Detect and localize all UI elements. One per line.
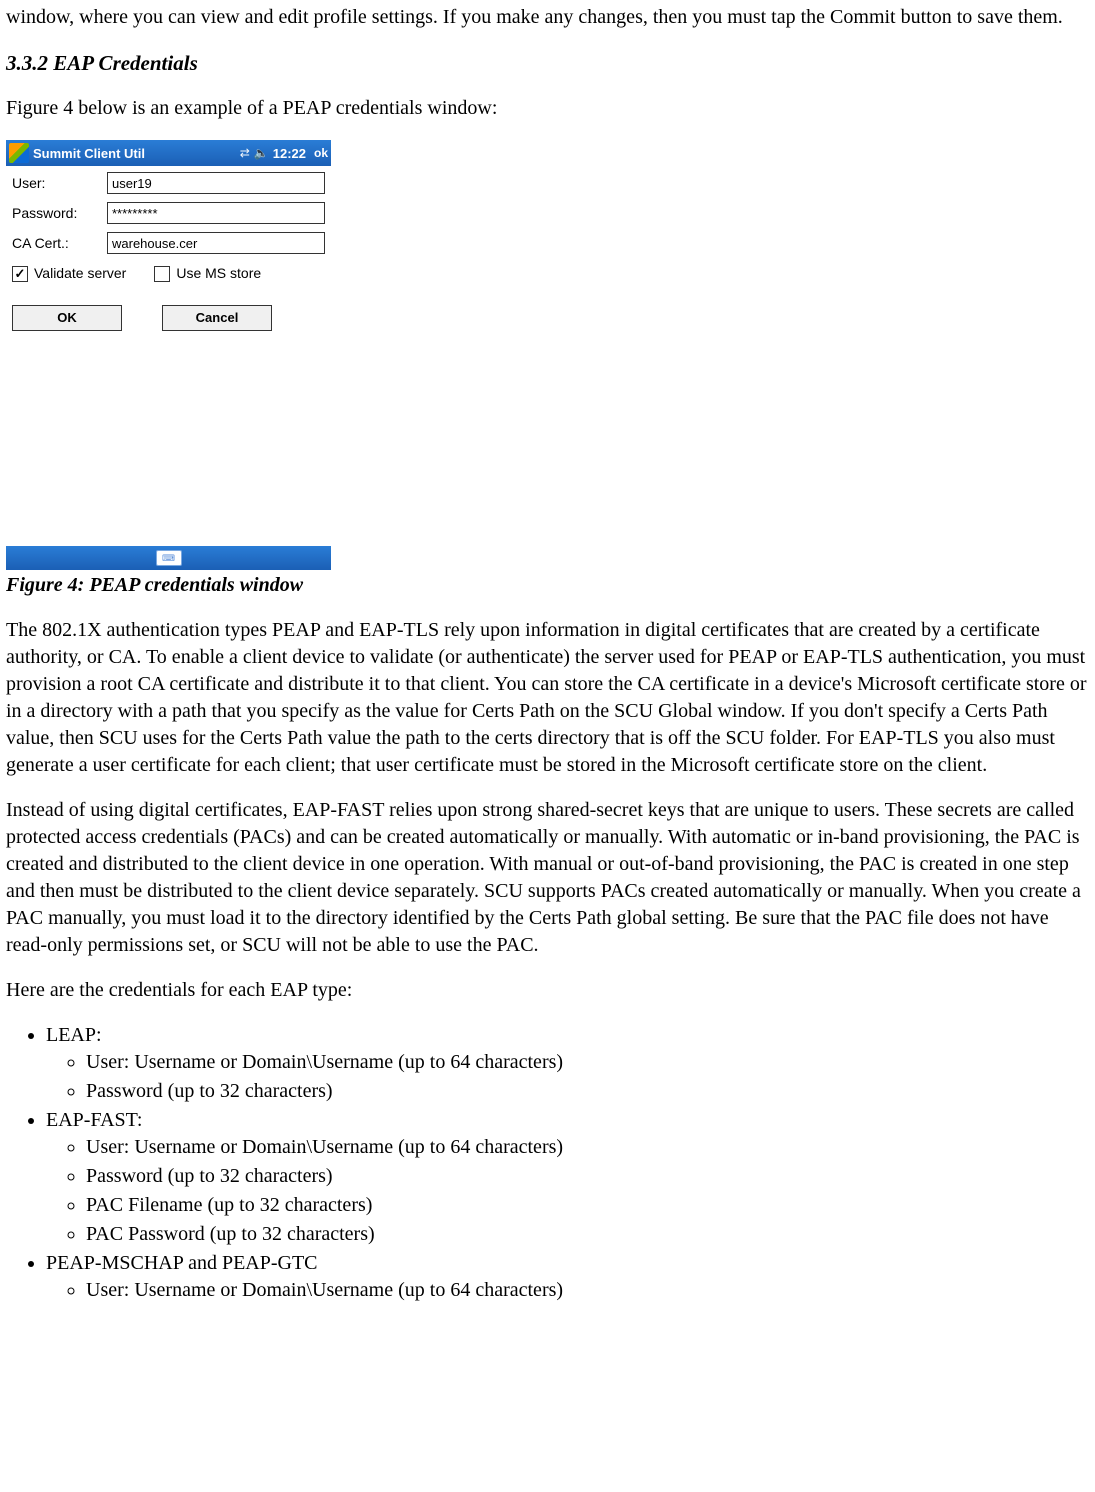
- cert-paragraph: The 802.1X authentication types PEAP and…: [6, 617, 1089, 779]
- ok-button[interactable]: OK: [12, 305, 122, 331]
- figure-intro: Figure 4 below is an example of a PEAP c…: [6, 95, 1089, 122]
- credentials-intro: Here are the credentials for each EAP ty…: [6, 977, 1089, 1004]
- use-ms-store-checkbox[interactable]: [154, 266, 170, 282]
- user-label: User:: [12, 174, 107, 193]
- volume-icon: 🔈: [254, 145, 269, 161]
- clock: 12:22: [273, 145, 306, 163]
- ok-softkey[interactable]: ok: [314, 145, 328, 161]
- validate-server-checkbox[interactable]: ✓: [12, 266, 28, 282]
- list-item-eapfast: EAP-FAST: User: Username or Domain\Usern…: [46, 1107, 1089, 1248]
- pac-paragraph: Instead of using digital certificates, E…: [6, 797, 1089, 959]
- dialog-body: User: Password: CA Cert.: ✓ Validate ser…: [6, 166, 331, 546]
- list-item: PAC Password (up to 32 characters): [86, 1221, 1089, 1248]
- list-item-peap: PEAP-MSCHAP and PEAP-GTC User: Username …: [46, 1250, 1089, 1304]
- password-label: Password:: [12, 204, 107, 223]
- intro-paragraph: window, where you can view and edit prof…: [6, 4, 1089, 31]
- window-titlebar: Summit Client Util ⇄ 🔈 12:22 ok: [6, 140, 331, 166]
- list-item-leap: LEAP: User: Username or Domain\Username …: [46, 1022, 1089, 1105]
- cacert-label: CA Cert.:: [12, 234, 107, 253]
- figure-caption: Figure 4: PEAP credentials window: [6, 572, 1089, 599]
- use-ms-store-label: Use MS store: [176, 264, 261, 283]
- password-input[interactable]: [107, 202, 325, 224]
- list-item: User: Username or Domain\Username (up to…: [86, 1277, 1089, 1304]
- section-heading: 3.3.2 EAP Credentials: [6, 49, 1089, 77]
- keyboard-icon[interactable]: ⌨: [156, 550, 182, 566]
- network-icon: ⇄: [240, 145, 250, 161]
- list-item: User: Username or Domain\Username (up to…: [86, 1134, 1089, 1161]
- list-item: Password (up to 32 characters): [86, 1163, 1089, 1190]
- list-item: PAC Filename (up to 32 characters): [86, 1192, 1089, 1219]
- cacert-input[interactable]: [107, 232, 325, 254]
- figure-4-screenshot: Summit Client Util ⇄ 🔈 12:22 ok User: Pa…: [6, 140, 1089, 570]
- window-title: Summit Client Util: [33, 145, 145, 163]
- list-item: Password (up to 32 characters): [86, 1078, 1089, 1105]
- list-item: User: Username or Domain\Username (up to…: [86, 1049, 1089, 1076]
- user-input[interactable]: [107, 172, 325, 194]
- eap-type-list: LEAP: User: Username or Domain\Username …: [6, 1022, 1089, 1304]
- windows-logo-icon: [9, 143, 29, 163]
- cancel-button[interactable]: Cancel: [162, 305, 272, 331]
- validate-server-label: Validate server: [34, 264, 126, 283]
- taskbar: ⌨: [6, 546, 331, 570]
